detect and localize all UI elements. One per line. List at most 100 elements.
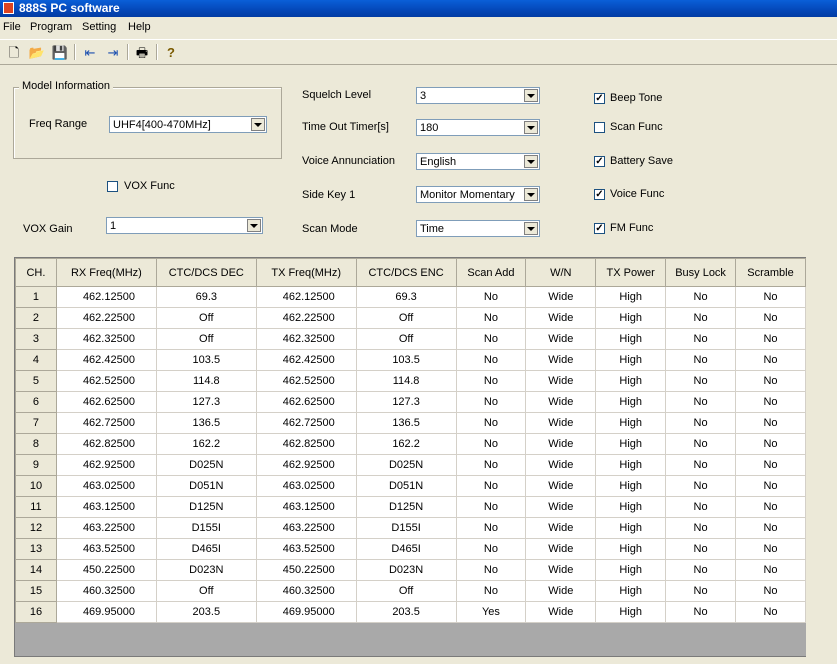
table-cell[interactable]: No [735, 475, 806, 497]
table-row[interactable]: 7 462.72500 136.5 462.72500 136.5 No Wide High N… [15, 412, 806, 434]
table-cell[interactable]: Off [155, 580, 257, 602]
table-row[interactable]: 4 462.42500 103.5 462.42500 103.5 No Wide High N… [15, 349, 806, 371]
table-cell[interactable]: D051N [355, 475, 457, 497]
table-cell[interactable]: No [665, 517, 736, 539]
table-cell[interactable]: 69.3 [155, 286, 257, 308]
table-cell[interactable]: Wide [525, 433, 597, 455]
chevron-down-icon[interactable] [524, 121, 538, 134]
table-cell[interactable]: 114.8 [155, 370, 257, 392]
chevron-down-icon[interactable] [524, 155, 538, 168]
column-header[interactable]: TX Freq(MHz) [255, 258, 357, 287]
chevron-down-icon[interactable] [524, 222, 538, 235]
table-cell[interactable]: High [595, 475, 667, 497]
table-cell[interactable]: High [595, 559, 667, 581]
table-cell[interactable]: 162.2 [155, 433, 257, 455]
column-header[interactable]: TX Power [595, 258, 667, 287]
chevron-down-icon[interactable] [524, 188, 538, 201]
table-cell[interactable]: High [595, 286, 667, 308]
table-row[interactable]: 16 469.95000 203.5 469.95000 203.5 Yes Wide Hig… [15, 601, 806, 623]
table-cell[interactable]: High [595, 349, 667, 371]
table-cell[interactable]: D051N [155, 475, 257, 497]
table-cell[interactable]: 203.5 [355, 601, 457, 623]
table-cell[interactable]: No [455, 496, 527, 518]
table-cell[interactable]: 136.5 [155, 412, 257, 434]
table-cell[interactable]: 462.32500 [255, 328, 357, 350]
table-cell[interactable]: 162.2 [355, 433, 457, 455]
table-cell[interactable]: No [455, 391, 527, 413]
table-cell[interactable]: 462.82500 [55, 433, 157, 455]
table-cell[interactable]: High [595, 538, 667, 560]
table-cell[interactable]: No [735, 349, 806, 371]
table-cell[interactable]: Off [155, 328, 257, 350]
table-cell[interactable]: Wide [525, 475, 597, 497]
table-cell[interactable]: No [735, 328, 806, 350]
table-cell[interactable]: High [595, 496, 667, 518]
table-row[interactable]: 9 462.92500 D025N 462.92500 D025N No Wide High N… [15, 454, 806, 476]
table-cell[interactable]: No [455, 433, 527, 455]
table-cell[interactable]: No [665, 349, 736, 371]
table-cell[interactable]: No [455, 286, 527, 308]
channel-number-cell[interactable]: 13 [15, 538, 57, 560]
channel-number-cell[interactable]: 5 [15, 370, 57, 392]
table-cell[interactable]: 462.32500 [55, 328, 157, 350]
table-cell[interactable]: No [735, 307, 806, 329]
table-cell[interactable]: 462.92500 [55, 454, 157, 476]
table-cell[interactable]: 462.72500 [255, 412, 357, 434]
table-cell[interactable]: 469.95000 [55, 601, 157, 623]
new-file-icon[interactable]: 🗋 [4, 42, 24, 62]
table-cell[interactable]: No [455, 517, 527, 539]
table-cell[interactable]: 103.5 [155, 349, 257, 371]
table-cell[interactable]: 462.52500 [255, 370, 357, 392]
table-cell[interactable]: 463.52500 [255, 538, 357, 560]
table-cell[interactable]: 450.22500 [55, 559, 157, 581]
table-cell[interactable]: 469.95000 [255, 601, 357, 623]
table-cell[interactable]: No [665, 412, 736, 434]
channel-number-cell[interactable]: 9 [15, 454, 57, 476]
table-cell[interactable]: No [735, 538, 806, 560]
table-cell[interactable]: No [665, 601, 736, 623]
table-cell[interactable]: 462.22500 [255, 307, 357, 329]
table-row[interactable]: 13 463.52500 D465I 463.52500 D465I No Wide High… [15, 538, 806, 560]
channel-number-cell[interactable]: 7 [15, 412, 57, 434]
table-cell[interactable]: No [735, 391, 806, 413]
table-cell[interactable]: 203.5 [155, 601, 257, 623]
table-cell[interactable]: No [455, 454, 527, 476]
table-cell[interactable]: Off [355, 328, 457, 350]
table-cell[interactable]: D025N [355, 454, 457, 476]
table-cell[interactable]: 103.5 [355, 349, 457, 371]
read-from-radio-icon[interactable]: ⇤ [80, 42, 100, 62]
table-cell[interactable]: Wide [525, 538, 597, 560]
voice-annunciation-select[interactable]: English [416, 153, 540, 170]
table-cell[interactable]: 463.22500 [255, 517, 357, 539]
beep-tone-checkbox[interactable]: ✓ [594, 93, 605, 104]
open-folder-icon[interactable]: 📂 [27, 42, 47, 62]
table-cell[interactable]: High [595, 454, 667, 476]
table-row[interactable]: 2 462.22500 Off 462.22500 Off No Wide High No No [15, 307, 806, 329]
channel-number-cell[interactable]: 10 [15, 475, 57, 497]
table-cell[interactable]: No [665, 538, 736, 560]
column-header[interactable]: CTC/DCS ENC [355, 258, 457, 287]
table-row[interactable]: 12 463.22500 D155I 463.22500 D155I No Wide High… [15, 517, 806, 539]
vox-gain-select[interactable]: 1 [106, 217, 263, 234]
table-cell[interactable]: Off [355, 307, 457, 329]
table-cell[interactable]: Off [155, 307, 257, 329]
table-cell[interactable]: Wide [525, 307, 597, 329]
table-cell[interactable]: No [735, 286, 806, 308]
table-cell[interactable]: D125N [155, 496, 257, 518]
table-cell[interactable]: No [665, 496, 736, 518]
table-cell[interactable]: 462.12500 [255, 286, 357, 308]
table-cell[interactable]: 69.3 [355, 286, 457, 308]
squelch-select[interactable]: 3 [416, 87, 540, 104]
table-cell[interactable]: No [735, 370, 806, 392]
write-to-radio-icon[interactable]: ⇥ [103, 42, 123, 62]
table-cell[interactable]: Wide [525, 328, 597, 350]
table-cell[interactable]: Wide [525, 496, 597, 518]
table-cell[interactable]: 462.42500 [255, 349, 357, 371]
table-cell[interactable]: No [455, 580, 527, 602]
table-row[interactable]: 15 460.32500 Off 460.32500 Off No Wide High No No [15, 580, 806, 602]
print-icon[interactable]: 🖶 [132, 42, 152, 62]
table-cell[interactable]: 460.32500 [255, 580, 357, 602]
table-cell[interactable]: 136.5 [355, 412, 457, 434]
channel-number-cell[interactable]: 4 [15, 349, 57, 371]
table-cell[interactable]: 462.62500 [255, 391, 357, 413]
